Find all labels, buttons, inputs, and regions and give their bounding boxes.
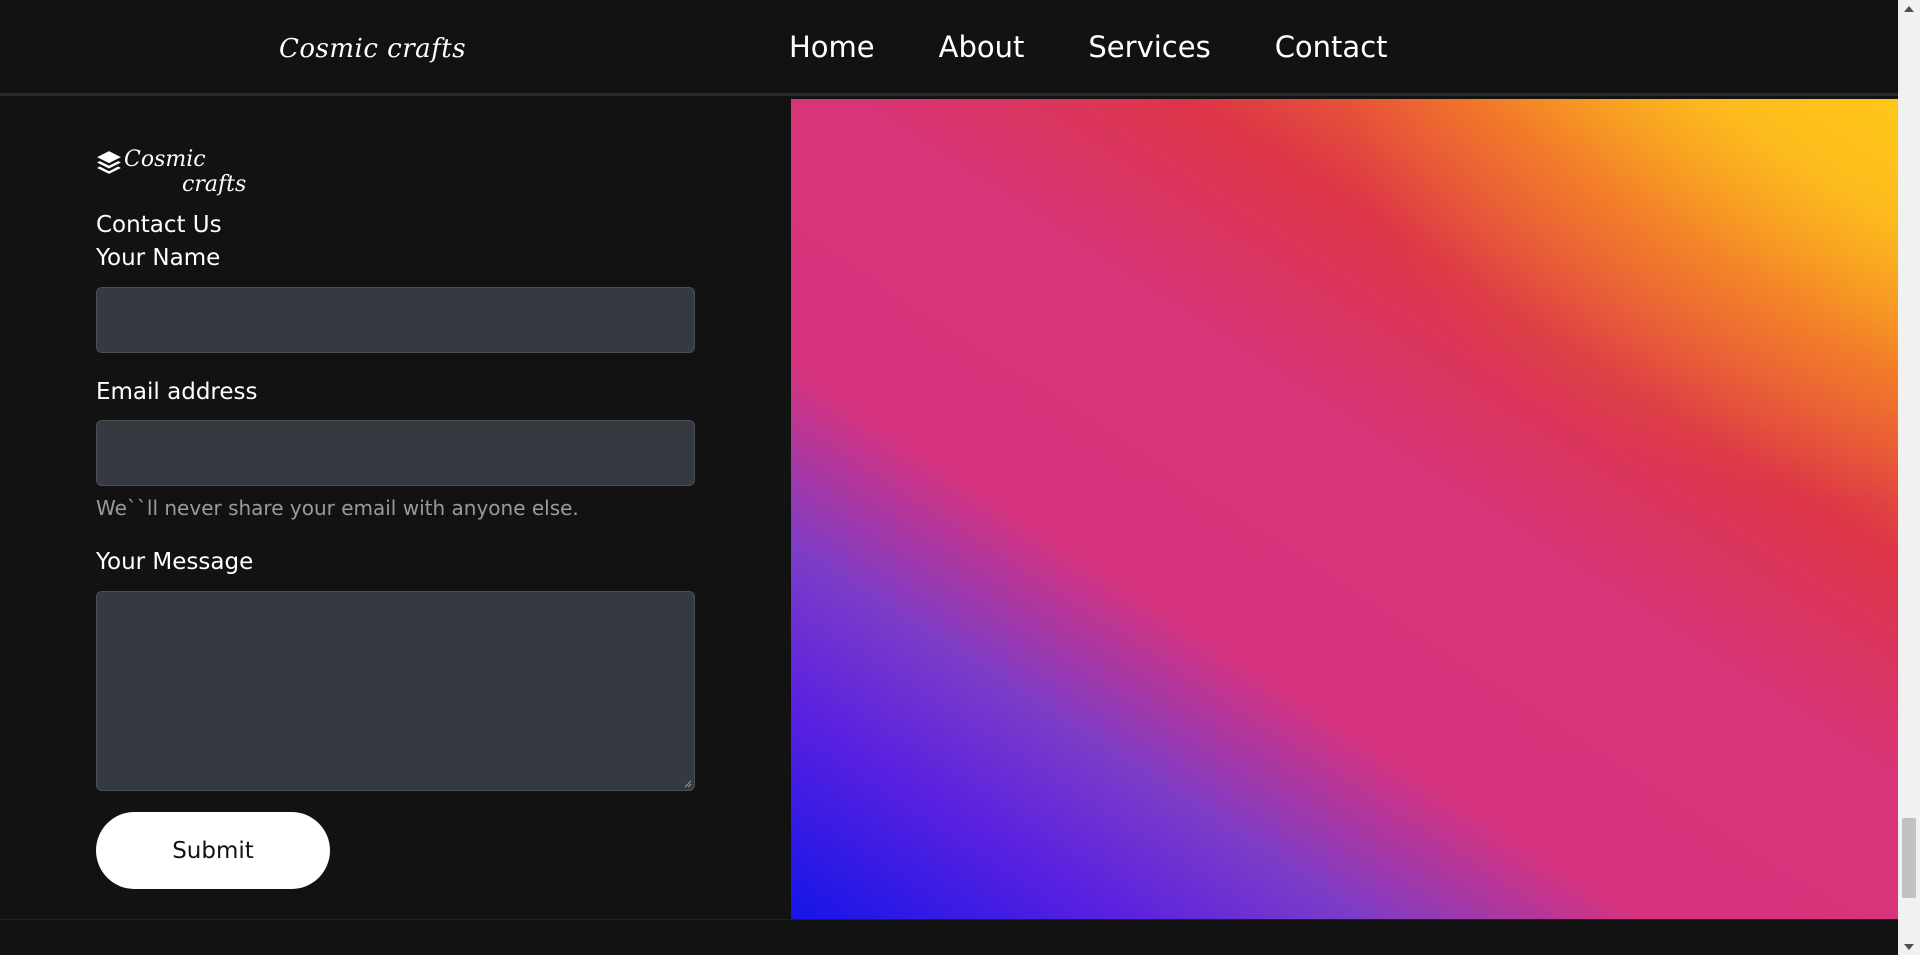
email-input[interactable] <box>96 420 695 486</box>
triangle-down-icon <box>1904 943 1914 950</box>
form-heading: Contact Us <box>96 212 222 238</box>
email-help-text: We``ll never share your email with anyon… <box>96 496 579 520</box>
nav-link-services[interactable]: Services <box>1088 30 1210 64</box>
submit-button[interactable]: Submit <box>96 812 330 889</box>
name-label: Your Name <box>96 245 221 271</box>
navbar: Cosmic crafts Home About Services Contac… <box>0 0 1898 96</box>
nav-link-contact[interactable]: Contact <box>1275 30 1388 64</box>
message-label: Your Message <box>96 549 254 575</box>
scroll-up-button[interactable] <box>1898 0 1920 17</box>
form-logo: Cosmic crafts <box>96 147 256 201</box>
nav-link-about[interactable]: About <box>939 30 1025 64</box>
email-label: Email address <box>96 379 258 405</box>
brand-logo[interactable]: Cosmic crafts <box>279 34 466 64</box>
gradient-artwork <box>791 99 1898 919</box>
contact-section: Cosmic crafts Contact Us Your Name Email… <box>0 99 1898 919</box>
layers-icon <box>97 151 121 174</box>
name-input[interactable] <box>96 287 695 353</box>
triangle-up-icon <box>1904 5 1914 12</box>
gradient-sheen <box>791 99 1898 919</box>
scroll-down-button[interactable] <box>1898 938 1920 955</box>
contact-form: Cosmic crafts Contact Us Your Name Email… <box>0 99 790 919</box>
resize-grip-icon[interactable] <box>684 780 692 788</box>
logo-word-cosmic: Cosmic <box>124 147 206 172</box>
vertical-scrollbar[interactable] <box>1898 0 1920 955</box>
page-footer-strip <box>0 919 1898 955</box>
message-textarea[interactable] <box>96 591 695 791</box>
nav-links: Home About Services Contact <box>789 30 1388 64</box>
scroll-thumb[interactable] <box>1902 818 1916 898</box>
nav-link-home[interactable]: Home <box>789 30 875 64</box>
logo-word-crafts: crafts <box>182 172 247 197</box>
